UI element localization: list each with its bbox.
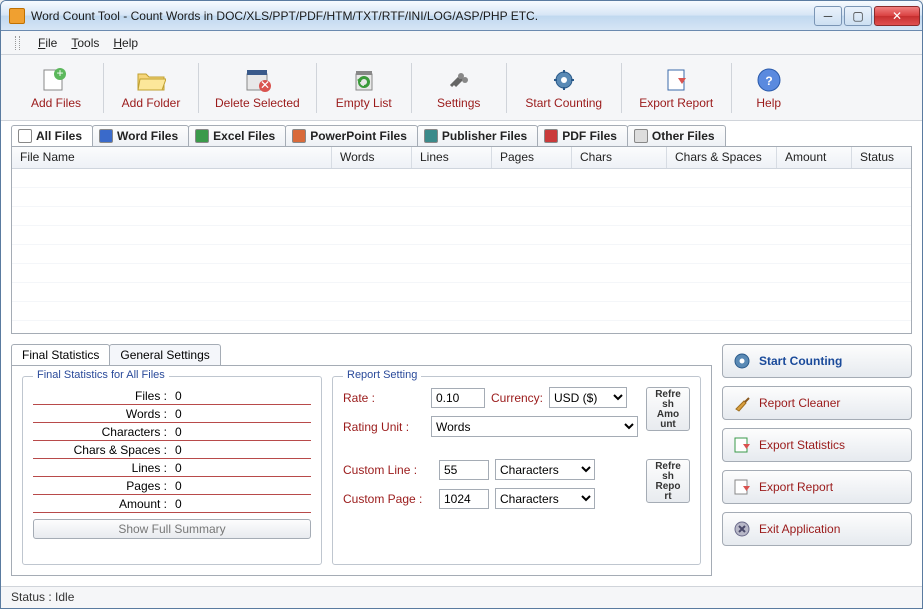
col-words[interactable]: Words: [332, 147, 412, 168]
rate-input[interactable]: [431, 388, 485, 408]
tab-all-files[interactable]: All Files: [11, 125, 93, 146]
tab-publisher-files[interactable]: Publisher Files: [417, 125, 538, 146]
col-amount[interactable]: Amount: [777, 147, 852, 168]
window-title: Word Count Tool - Count Words in DOC/XLS…: [31, 9, 814, 23]
settings-icon: [443, 66, 475, 94]
stat-characters-value: 0: [171, 425, 311, 439]
final-statistics-group: Final Statistics for All Files Files :0 …: [22, 376, 322, 565]
col-chars[interactable]: Chars: [572, 147, 667, 168]
add-files-icon: +: [40, 66, 72, 94]
close-button[interactable]: ✕: [874, 6, 920, 26]
stat-lines-value: 0: [171, 461, 311, 475]
refresh-amount-button[interactable]: RefreshAmount: [646, 387, 690, 431]
export-statistics-button[interactable]: Export Statistics: [722, 428, 912, 462]
menu-bar: File Tools Help: [1, 31, 922, 55]
tab-excel-files[interactable]: Excel Files: [188, 125, 286, 146]
custom-line-unit-select[interactable]: Characters: [495, 459, 595, 480]
empty-list-button[interactable]: Empty List: [319, 62, 409, 114]
settings-button[interactable]: Settings: [414, 62, 504, 114]
add-folder-icon: [135, 66, 167, 94]
file-grid[interactable]: File Name Words Lines Pages Chars Chars …: [11, 146, 912, 334]
report-cleaner-button[interactable]: Report Cleaner: [722, 386, 912, 420]
stat-files-value: 0: [171, 389, 311, 403]
start-counting-button[interactable]: Start Counting: [509, 62, 619, 114]
empty-list-icon: [348, 66, 380, 94]
tab-word-files[interactable]: Word Files: [92, 125, 189, 146]
pdf-icon: [544, 129, 558, 143]
delete-icon: ✕: [241, 66, 273, 94]
grid-header: File Name Words Lines Pages Chars Chars …: [12, 147, 911, 169]
maximize-button[interactable]: ▢: [844, 6, 872, 26]
tab-powerpoint-files[interactable]: PowerPoint Files: [285, 125, 418, 146]
title-bar: Word Count Tool - Count Words in DOC/XLS…: [1, 1, 922, 31]
status-bar: Status : Idle: [1, 586, 922, 608]
report-legend: Report Setting: [343, 369, 421, 381]
export-report-icon: [660, 66, 692, 94]
gear-icon: [548, 66, 580, 94]
col-file-name[interactable]: File Name: [12, 147, 332, 168]
stat-words-value: 0: [171, 407, 311, 421]
menu-help[interactable]: Help: [113, 36, 138, 50]
broom-icon: [733, 394, 751, 412]
export-report-action[interactable]: Export Report: [722, 470, 912, 504]
svg-text:✕: ✕: [260, 78, 270, 92]
svg-text:+: +: [56, 68, 63, 80]
stat-chars-spaces-value: 0: [171, 443, 311, 457]
refresh-report-button[interactable]: RefreshReport: [646, 459, 690, 503]
help-button[interactable]: ? Help: [734, 62, 804, 114]
stats-legend: Final Statistics for All Files: [33, 369, 169, 381]
custom-page-unit-select[interactable]: Characters: [495, 488, 595, 509]
powerpoint-icon: [292, 129, 306, 143]
menu-file[interactable]: File: [38, 36, 57, 50]
gear-icon: [733, 352, 751, 370]
export-report-button[interactable]: Export Report: [624, 62, 729, 114]
publisher-icon: [424, 129, 438, 143]
stat-amount-value: 0: [171, 497, 311, 511]
col-status[interactable]: Status: [852, 147, 911, 168]
help-icon: ?: [753, 66, 785, 94]
other-files-icon: [634, 129, 648, 143]
delete-selected-button[interactable]: ✕ Delete Selected: [201, 62, 314, 114]
add-files-button[interactable]: + Add Files: [11, 62, 101, 114]
tab-general-settings[interactable]: General Settings: [109, 344, 220, 365]
grid-body: [12, 169, 911, 333]
custom-line-input[interactable]: [439, 460, 489, 480]
toolbar-grip: [15, 36, 20, 50]
app-icon: [9, 8, 25, 24]
file-type-tabs: All Files Word Files Excel Files PowerPo…: [1, 121, 922, 146]
tab-pdf-files[interactable]: PDF Files: [537, 125, 628, 146]
tab-final-statistics[interactable]: Final Statistics: [11, 344, 110, 365]
excel-icon: [195, 129, 209, 143]
col-lines[interactable]: Lines: [412, 147, 492, 168]
stat-pages-value: 0: [171, 479, 311, 493]
action-sidebar: Start Counting Report Cleaner Export Sta…: [722, 344, 912, 576]
currency-select[interactable]: USD ($): [549, 387, 627, 408]
exit-application-button[interactable]: Exit Application: [722, 512, 912, 546]
col-chars-spaces[interactable]: Chars & Spaces: [667, 147, 777, 168]
word-icon: [99, 129, 113, 143]
export-report-icon: [733, 478, 751, 496]
show-full-summary-button[interactable]: Show Full Summary: [33, 519, 311, 539]
add-folder-button[interactable]: Add Folder: [106, 62, 196, 114]
all-files-icon: [18, 129, 32, 143]
start-counting-action[interactable]: Start Counting: [722, 344, 912, 378]
svg-text:?: ?: [765, 74, 772, 88]
minimize-button[interactable]: ─: [814, 6, 842, 26]
toolbar: + Add Files Add Folder ✕ Delete Selected…: [1, 55, 922, 121]
custom-page-input[interactable]: [439, 489, 489, 509]
rating-unit-select[interactable]: Words: [431, 416, 638, 437]
exit-icon: [733, 520, 751, 538]
report-setting-group: Report Setting Rate : Currency: USD ($) …: [332, 376, 701, 565]
tab-other-files[interactable]: Other Files: [627, 125, 726, 146]
menu-tools[interactable]: Tools: [71, 36, 99, 50]
col-pages[interactable]: Pages: [492, 147, 572, 168]
export-stats-icon: [733, 436, 751, 454]
